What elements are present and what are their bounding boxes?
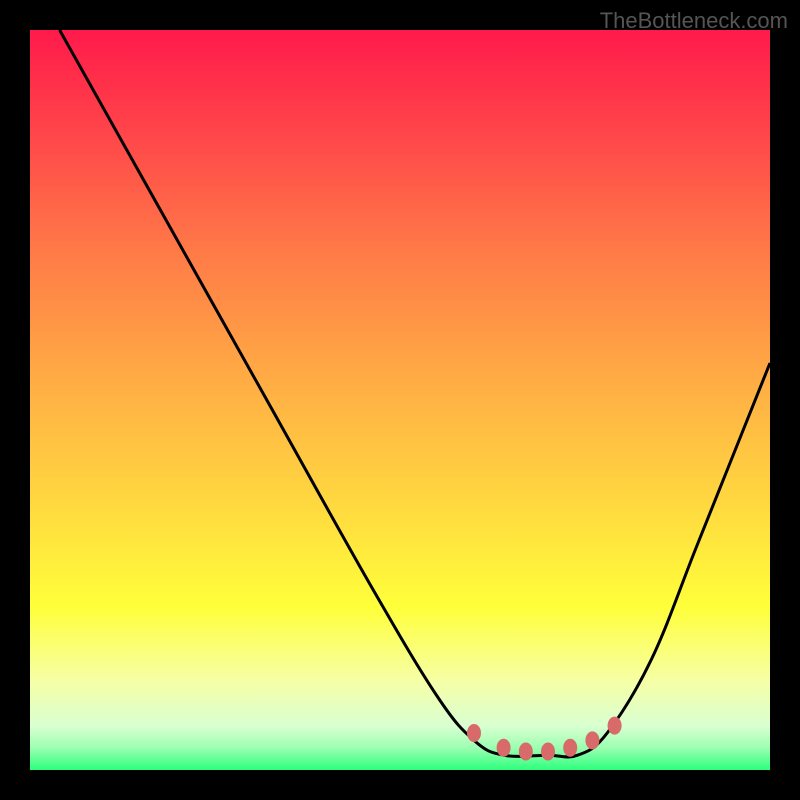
marker-dot [608,717,622,735]
marker-dot [519,743,533,761]
watermark-text: TheBottleneck.com [600,8,788,34]
chart-canvas [30,30,770,770]
marker-dot [497,739,511,757]
chart-svg [30,30,770,770]
gradient-background [30,30,770,770]
marker-dot [541,743,555,761]
marker-dot [563,739,577,757]
marker-dot [585,731,599,749]
marker-dot [467,724,481,742]
